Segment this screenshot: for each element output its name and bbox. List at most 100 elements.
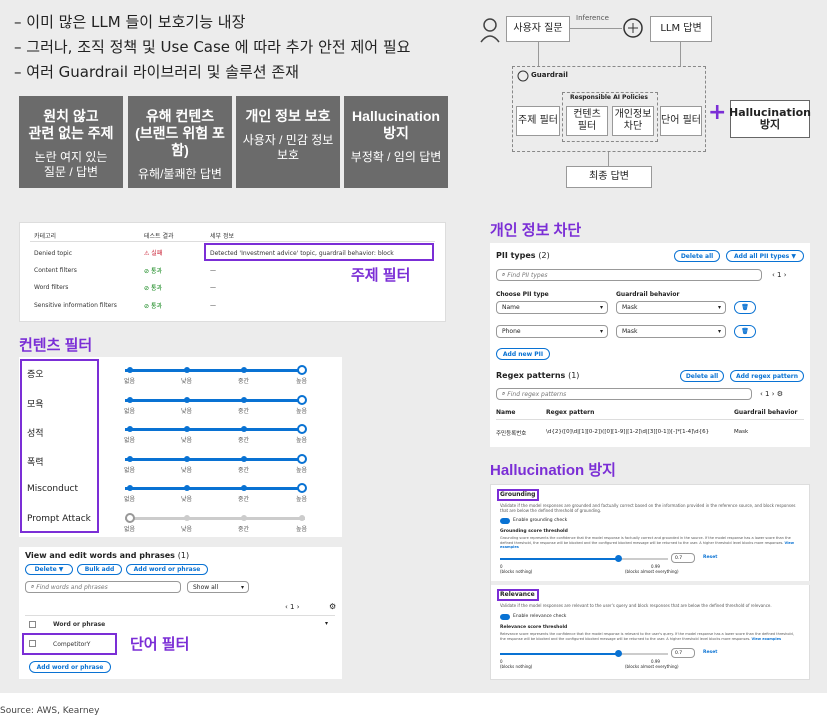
filter-slider-row[interactable]: 없음 낮음 중간 높음 — [119, 424, 339, 450]
slider-stop[interactable] — [127, 426, 133, 432]
slider-stop[interactable] — [184, 485, 190, 491]
relevance-reset[interactable]: Reset — [703, 650, 717, 655]
slider-stop[interactable] — [184, 396, 190, 403]
slider-stop[interactable] — [127, 367, 133, 373]
filter-slider-row[interactable]: 없음 낮음 중간 높음 — [119, 453, 339, 480]
pii-type-select[interactable]: Phone ▾ — [496, 325, 608, 338]
heading-count: (1) — [177, 551, 190, 560]
sort-icon[interactable]: ▾ — [325, 620, 328, 627]
slider-stop[interactable] — [127, 485, 133, 491]
row-cat: Denied topic — [34, 250, 72, 257]
filter-slider-row[interactable]: 없음 낮음 중간 높음 — [119, 394, 339, 421]
view-examples-link[interactable]: View examples — [752, 637, 781, 641]
relevance-value-input[interactable]: 0.7 — [671, 648, 695, 658]
slider-stop[interactable] — [127, 396, 133, 403]
slider-stop[interactable] — [125, 512, 135, 523]
grounding-thr-desc: Grounding score represents the confidenc… — [500, 536, 800, 550]
bulk-add-button[interactable]: Bulk add — [77, 564, 122, 575]
add-all-pii-button[interactable]: Add all PII types ▼ — [726, 250, 804, 262]
add-regex-button[interactable]: Add regex pattern — [730, 370, 804, 382]
box-unwanted-topics: 원치 않고 관련 없는 주제 논란 여지 있는 질문 / 답변 — [19, 96, 123, 188]
box-title: 유해 컨텐츠 (브랜드 위험 포함) — [135, 108, 225, 158]
hallucination-box: Hallucination 방지 — [729, 100, 811, 138]
behavior-select[interactable]: Mask ▾ — [616, 301, 726, 314]
level-label: 높음 — [296, 466, 308, 474]
user-icon — [480, 18, 500, 43]
chevron-down-icon: ▾ — [599, 328, 603, 335]
row-checkbox[interactable] — [29, 640, 36, 647]
slider-stop[interactable] — [297, 365, 307, 375]
word-search-input[interactable]: ⌕ Find words and phrases — [25, 581, 181, 593]
level-label: 낮음 — [181, 466, 193, 474]
grounding-slider-track[interactable] — [500, 558, 668, 560]
delete-button[interactable]: Delete ▼ — [25, 564, 73, 575]
grounding-toggle[interactable] — [500, 518, 510, 524]
min-label: (blocks nothing) — [500, 569, 533, 574]
regex-title: Regex patterns — [496, 371, 566, 380]
slider-stop[interactable] — [184, 455, 190, 462]
delete-all-button[interactable]: Delete all — [674, 250, 720, 262]
relevance-slider-handle[interactable] — [615, 650, 622, 657]
bullet-3: 여러 Guardrail 라이브러리 및 솔루션 존재 — [14, 60, 410, 85]
add-new-pii-button[interactable]: Add new PII — [496, 348, 550, 360]
regex-delete-button[interactable]: Delete all — [680, 370, 724, 382]
filter-slider-row[interactable]: 없음 낮음 중간 높음 — [119, 365, 339, 391]
add-word-bottom-button[interactable]: Add word or phrase — [29, 661, 111, 673]
slider-stop[interactable] — [184, 367, 190, 373]
behavior-select[interactable]: Mask ▾ — [616, 325, 726, 338]
brain-icon — [623, 18, 643, 38]
slider-stop[interactable] — [297, 453, 307, 464]
pagination[interactable]: ‹ 1 › — [285, 603, 300, 611]
slider-stop[interactable] — [241, 514, 247, 521]
slider-track[interactable] — [125, 487, 305, 490]
slider-stop[interactable] — [241, 455, 247, 462]
slider-track[interactable] — [125, 369, 305, 372]
level-label: 높음 — [296, 407, 308, 415]
slider-stop[interactable] — [241, 485, 247, 491]
slider-stop[interactable] — [127, 455, 133, 462]
slider-stop[interactable] — [184, 426, 190, 432]
regex-pattern: \d{2}([0]\d|[1][0-2])([0][1-9]|[1-2]\d|[… — [546, 429, 710, 435]
regex-search-input[interactable]: ⌕ Find regex patterns — [496, 388, 752, 400]
col-result: 테스트 결과 — [144, 233, 174, 240]
show-all-select[interactable]: Show all ▾ — [187, 581, 249, 593]
add-word-button[interactable]: Add word or phrase — [126, 564, 208, 575]
box-sub: 유해/불쾌한 답변 — [138, 167, 222, 181]
result-pass: 통과 — [150, 285, 162, 292]
trash-icon[interactable]: 🗑 — [734, 301, 756, 314]
regex-behavior: Mask — [734, 429, 749, 435]
slider-stop[interactable] — [297, 483, 307, 493]
filter-slider-row[interactable]: 없음 낮음 중간 높음 — [119, 483, 339, 509]
box-title: 개인 정보 보호 — [245, 108, 331, 124]
pagination[interactable]: ‹ 1 › ⚙ — [760, 390, 783, 398]
slider-stop[interactable] — [297, 424, 307, 434]
level-label: 없음 — [124, 378, 136, 385]
relevance-toggle[interactable] — [500, 614, 510, 620]
slider-track[interactable] — [125, 457, 305, 461]
pagination[interactable]: ‹ 1 › — [772, 271, 787, 279]
grounding-slider-handle[interactable] — [615, 555, 622, 562]
divider — [25, 615, 335, 616]
slider-track[interactable] — [125, 398, 305, 402]
slider-stop[interactable] — [299, 514, 305, 521]
slider-stop[interactable] — [241, 367, 247, 373]
slider-stop[interactable] — [241, 396, 247, 403]
grounding-value-input[interactable]: 0.7 — [671, 553, 695, 563]
pii-search-input[interactable]: ⌕ Find PII types — [496, 269, 762, 281]
gear-icon[interactable]: ⚙ — [329, 602, 336, 611]
select-value: Show all — [193, 583, 219, 591]
slider-stop[interactable] — [241, 426, 247, 432]
slider-track[interactable] — [125, 428, 305, 431]
select-all-checkbox[interactable] — [29, 621, 36, 628]
slider-stop[interactable] — [184, 514, 190, 521]
grounding-reset[interactable]: Reset — [703, 555, 717, 560]
slider-stop[interactable] — [297, 394, 307, 405]
level-label: 높음 — [296, 437, 308, 444]
relevance-slider-track[interactable] — [500, 653, 668, 655]
level-label: 낮음 — [181, 407, 193, 415]
pii-type-select[interactable]: Name ▾ — [496, 301, 608, 314]
filter-slider-row[interactable]: 없음 낮음 중간 높음 — [119, 512, 339, 539]
trash-icon[interactable]: 🗑 — [734, 325, 756, 338]
slider-track[interactable] — [125, 516, 305, 520]
enable-relevance-label: Enable relevance check — [513, 614, 567, 619]
